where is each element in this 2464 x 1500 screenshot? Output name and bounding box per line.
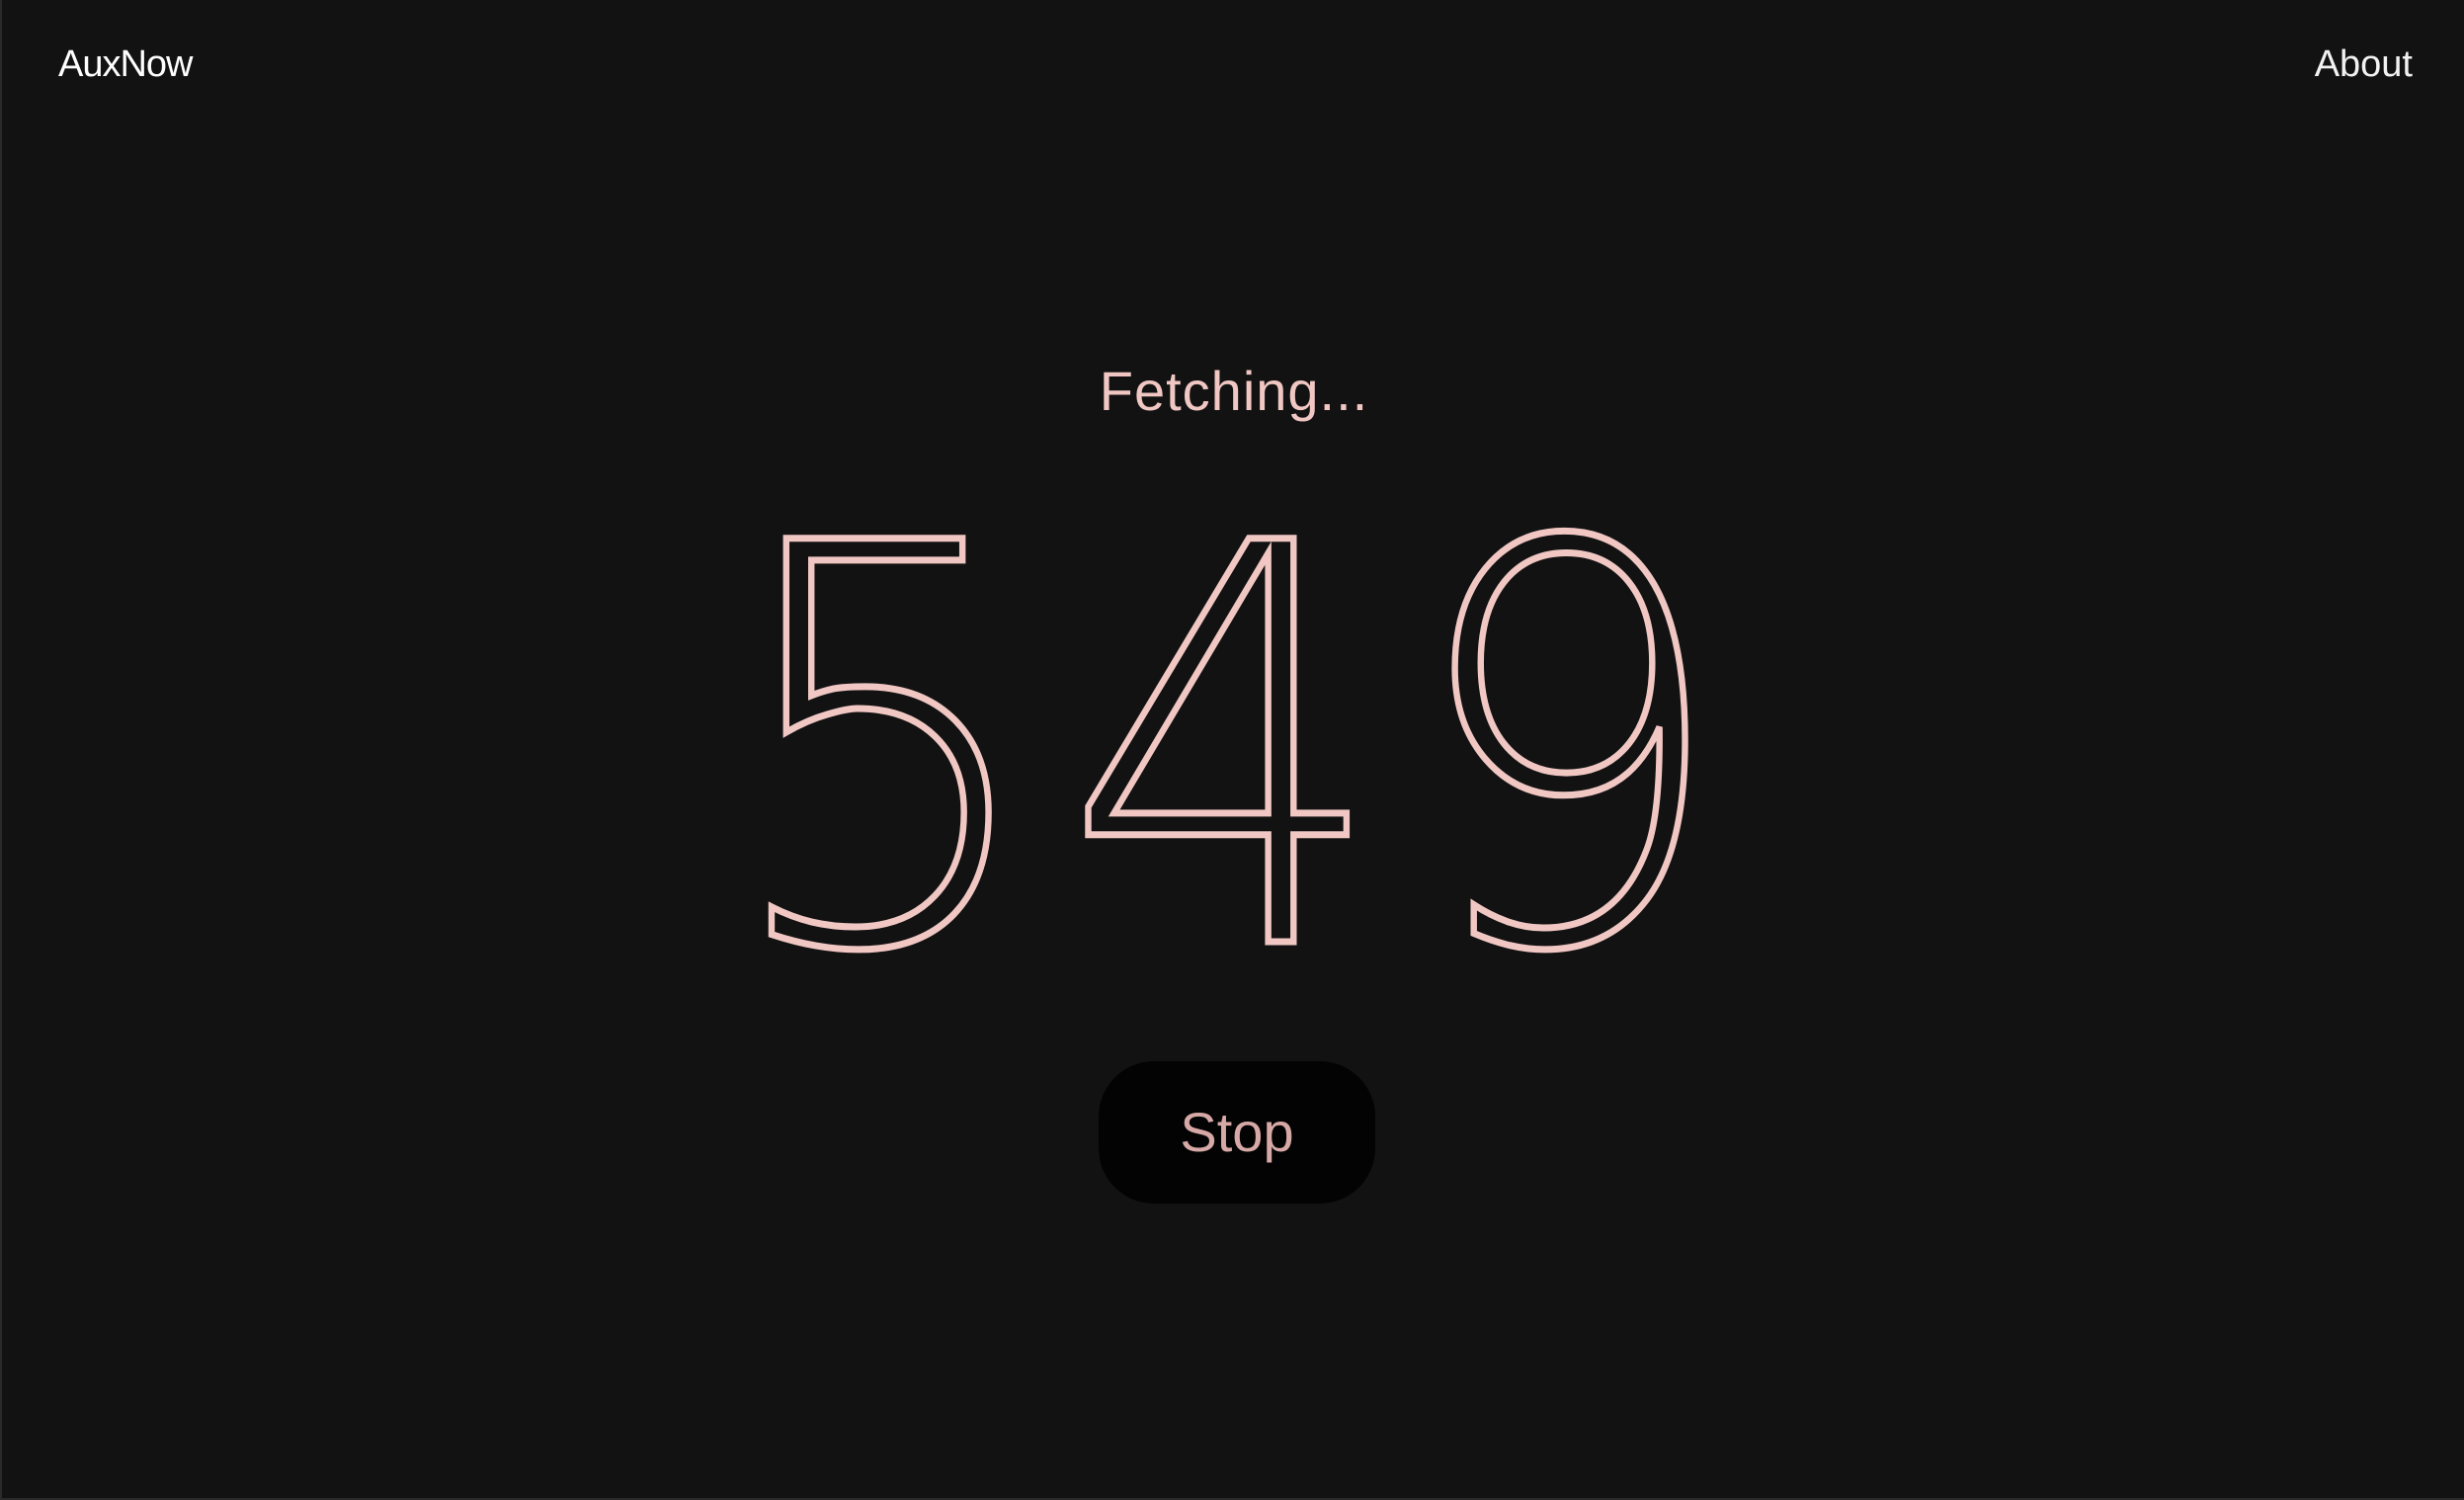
app-window: AuxNow About Fetching... 549 Stop [0, 0, 2464, 1500]
counter-display: 549 [2, 471, 2464, 1032]
counter-value: 549 [717, 429, 1748, 1073]
about-link[interactable]: About [2315, 38, 2413, 91]
status-text: Fetching... [1099, 360, 1369, 422]
brand-logo-link[interactable]: AuxNow [58, 38, 193, 91]
stop-button[interactable]: Stop [1099, 1061, 1375, 1204]
